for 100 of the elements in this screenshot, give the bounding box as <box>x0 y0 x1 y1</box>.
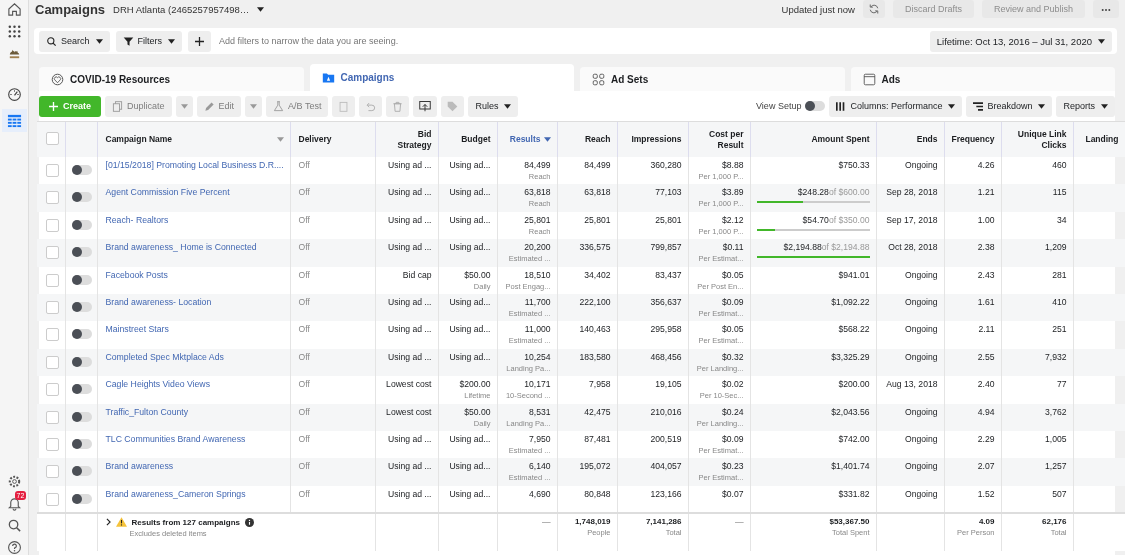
end-date: Ongoing <box>905 433 938 444</box>
home-icon[interactable] <box>6 2 22 17</box>
column-header[interactable]: Budget <box>461 134 491 145</box>
campaign-switch[interactable] <box>71 301 92 312</box>
row-checkbox[interactable] <box>45 191 59 205</box>
bell-icon[interactable] <box>6 496 22 511</box>
row-checkbox[interactable] <box>45 164 59 177</box>
campaign-switch[interactable] <box>71 219 92 230</box>
filter-field[interactable]: Search Filters Add filters to narrow the data you are seeing. Lifetime: Oct 13, 2016 – Jul 31, 2020 <box>34 28 1117 54</box>
view-setup-switch[interactable] <box>805 101 826 111</box>
campaign-link[interactable]: Brand awareness_Cameron Springs <box>105 488 246 499</box>
results-value: 84,499 <box>523 160 551 170</box>
row-checkbox[interactable] <box>45 300 59 314</box>
search-icon[interactable] <box>6 518 22 533</box>
budget-value: $200.00 <box>458 379 491 390</box>
preview-button[interactable] <box>413 95 438 117</box>
budget-value: Using ad... <box>448 296 491 307</box>
apps-grid-icon[interactable] <box>6 24 22 39</box>
level-tab[interactable]: Campaigns <box>309 64 574 91</box>
pencil-icon <box>203 100 215 112</box>
campaign-switch[interactable] <box>71 274 92 285</box>
dropdown-button[interactable] <box>245 95 263 117</box>
caret-icon[interactable] <box>257 6 265 12</box>
caret-icon <box>1098 38 1105 44</box>
dropdown-button[interactable] <box>175 95 193 117</box>
campaign-switch[interactable] <box>71 165 92 175</box>
row-checkbox[interactable] <box>45 328 59 342</box>
row-checkbox[interactable] <box>45 437 59 451</box>
reach-value: 336,575 <box>579 242 611 253</box>
campaign-switch[interactable] <box>71 411 92 422</box>
delivery-status: Off <box>298 379 310 390</box>
help-icon[interactable] <box>6 540 22 555</box>
plus-icon <box>49 101 58 111</box>
campaign-link[interactable]: Mainstreet Stars <box>105 324 169 335</box>
column-header[interactable]: Amount Spent <box>811 134 870 145</box>
campaign-switch[interactable] <box>71 438 92 449</box>
date-range-button[interactable]: Lifetime: Oct 13, 2016 – Jul 31, 2020 <box>929 30 1112 52</box>
campaign-switch[interactable] <box>71 329 92 340</box>
column-header[interactable]: Delivery <box>298 134 332 145</box>
impressions-value: 200,519 <box>650 433 682 444</box>
campaign-switch[interactable] <box>71 466 92 477</box>
refresh-icon <box>867 3 880 15</box>
row-checkbox[interactable] <box>45 246 59 260</box>
column-header[interactable]: Ends <box>916 134 938 145</box>
info-icon[interactable] <box>245 517 254 527</box>
clipboard-button[interactable] <box>332 95 356 117</box>
column-header[interactable]: Results <box>509 134 541 145</box>
sort-caret-icon[interactable] <box>276 137 284 142</box>
campaign-switch[interactable] <box>71 247 92 258</box>
campaign-link[interactable]: Facebook Posts <box>105 269 168 280</box>
folder-icon <box>321 71 335 84</box>
column-header[interactable]: Reach <box>585 134 611 145</box>
results-value: 11,000 <box>523 324 551 335</box>
results-value: 10,254 <box>523 351 551 362</box>
filter-menu-button[interactable]: Search <box>39 30 110 52</box>
impressions-value: 123,166 <box>650 488 682 499</box>
campaign-switch[interactable] <box>71 192 92 203</box>
refresh-button[interactable] <box>862 0 885 18</box>
amount-total: $53,367.50 <box>828 517 870 527</box>
campaign-switch[interactable] <box>71 493 92 504</box>
campaign-link[interactable]: Brand awareness <box>105 461 174 472</box>
campaign-link[interactable]: Cagle Heights Video Views <box>105 379 210 390</box>
impressions-value: 19,105 <box>655 379 682 390</box>
campaign-link[interactable]: TLC Communities Brand Awareness <box>105 433 246 444</box>
button-label: Breakdown <box>987 101 1033 111</box>
table-icon[interactable] <box>6 113 22 128</box>
campaign-link[interactable]: Reach- Realtors <box>105 214 169 225</box>
sort-caret-icon[interactable] <box>543 137 551 142</box>
expand-icon[interactable] <box>105 518 111 527</box>
level-tab[interactable]: Ad Sets <box>580 67 845 91</box>
budget-value: $50.00 <box>463 269 491 280</box>
column-header[interactable]: Campaign Name <box>105 134 173 145</box>
summary-title: Results from 127 campaigns <box>131 517 240 527</box>
rules-button[interactable]: Rules <box>468 95 519 117</box>
reach-value: 63,818 <box>584 187 611 198</box>
toolbar-menu-button[interactable]: Breakdown <box>966 95 1053 117</box>
add-filter-button[interactable] <box>188 30 212 52</box>
campaign-link[interactable]: [01/15/2018] Promoting Local Business D.R.... <box>105 160 284 170</box>
row-checkbox[interactable] <box>45 410 59 424</box>
row-checkbox[interactable] <box>45 492 59 506</box>
filter-menu-button[interactable]: Filters <box>115 30 183 52</box>
settings-icon[interactable] <box>6 474 22 489</box>
delivery-status: Off <box>298 242 310 253</box>
campaign-switch[interactable] <box>71 356 92 367</box>
toolbar-menu-button[interactable]: Columns: Performance <box>829 95 963 117</box>
row-checkbox[interactable] <box>45 383 59 397</box>
account-name[interactable]: DRH Atlanta (2465257957498… <box>113 3 250 15</box>
select-all-checkbox[interactable] <box>45 131 59 145</box>
row-checkbox[interactable] <box>45 218 59 232</box>
row-checkbox[interactable] <box>45 465 59 479</box>
toolbar-menu-button[interactable]: Reports <box>1056 95 1115 117</box>
campaign-switch[interactable] <box>71 384 92 395</box>
gauge-icon[interactable] <box>6 87 22 102</box>
campaign-link[interactable]: Traffic_Fulton County <box>105 406 189 417</box>
level-tab[interactable]: Ads <box>850 67 1115 91</box>
end-date: Ongoing <box>905 296 938 307</box>
row-checkbox[interactable] <box>45 273 59 287</box>
button-label: Lifetime: Oct 13, 2016 – Jul 31, 2020 <box>936 35 1092 47</box>
row-checkbox[interactable] <box>45 355 59 369</box>
level-tab[interactable]: COVID-19 Resources <box>39 67 304 91</box>
